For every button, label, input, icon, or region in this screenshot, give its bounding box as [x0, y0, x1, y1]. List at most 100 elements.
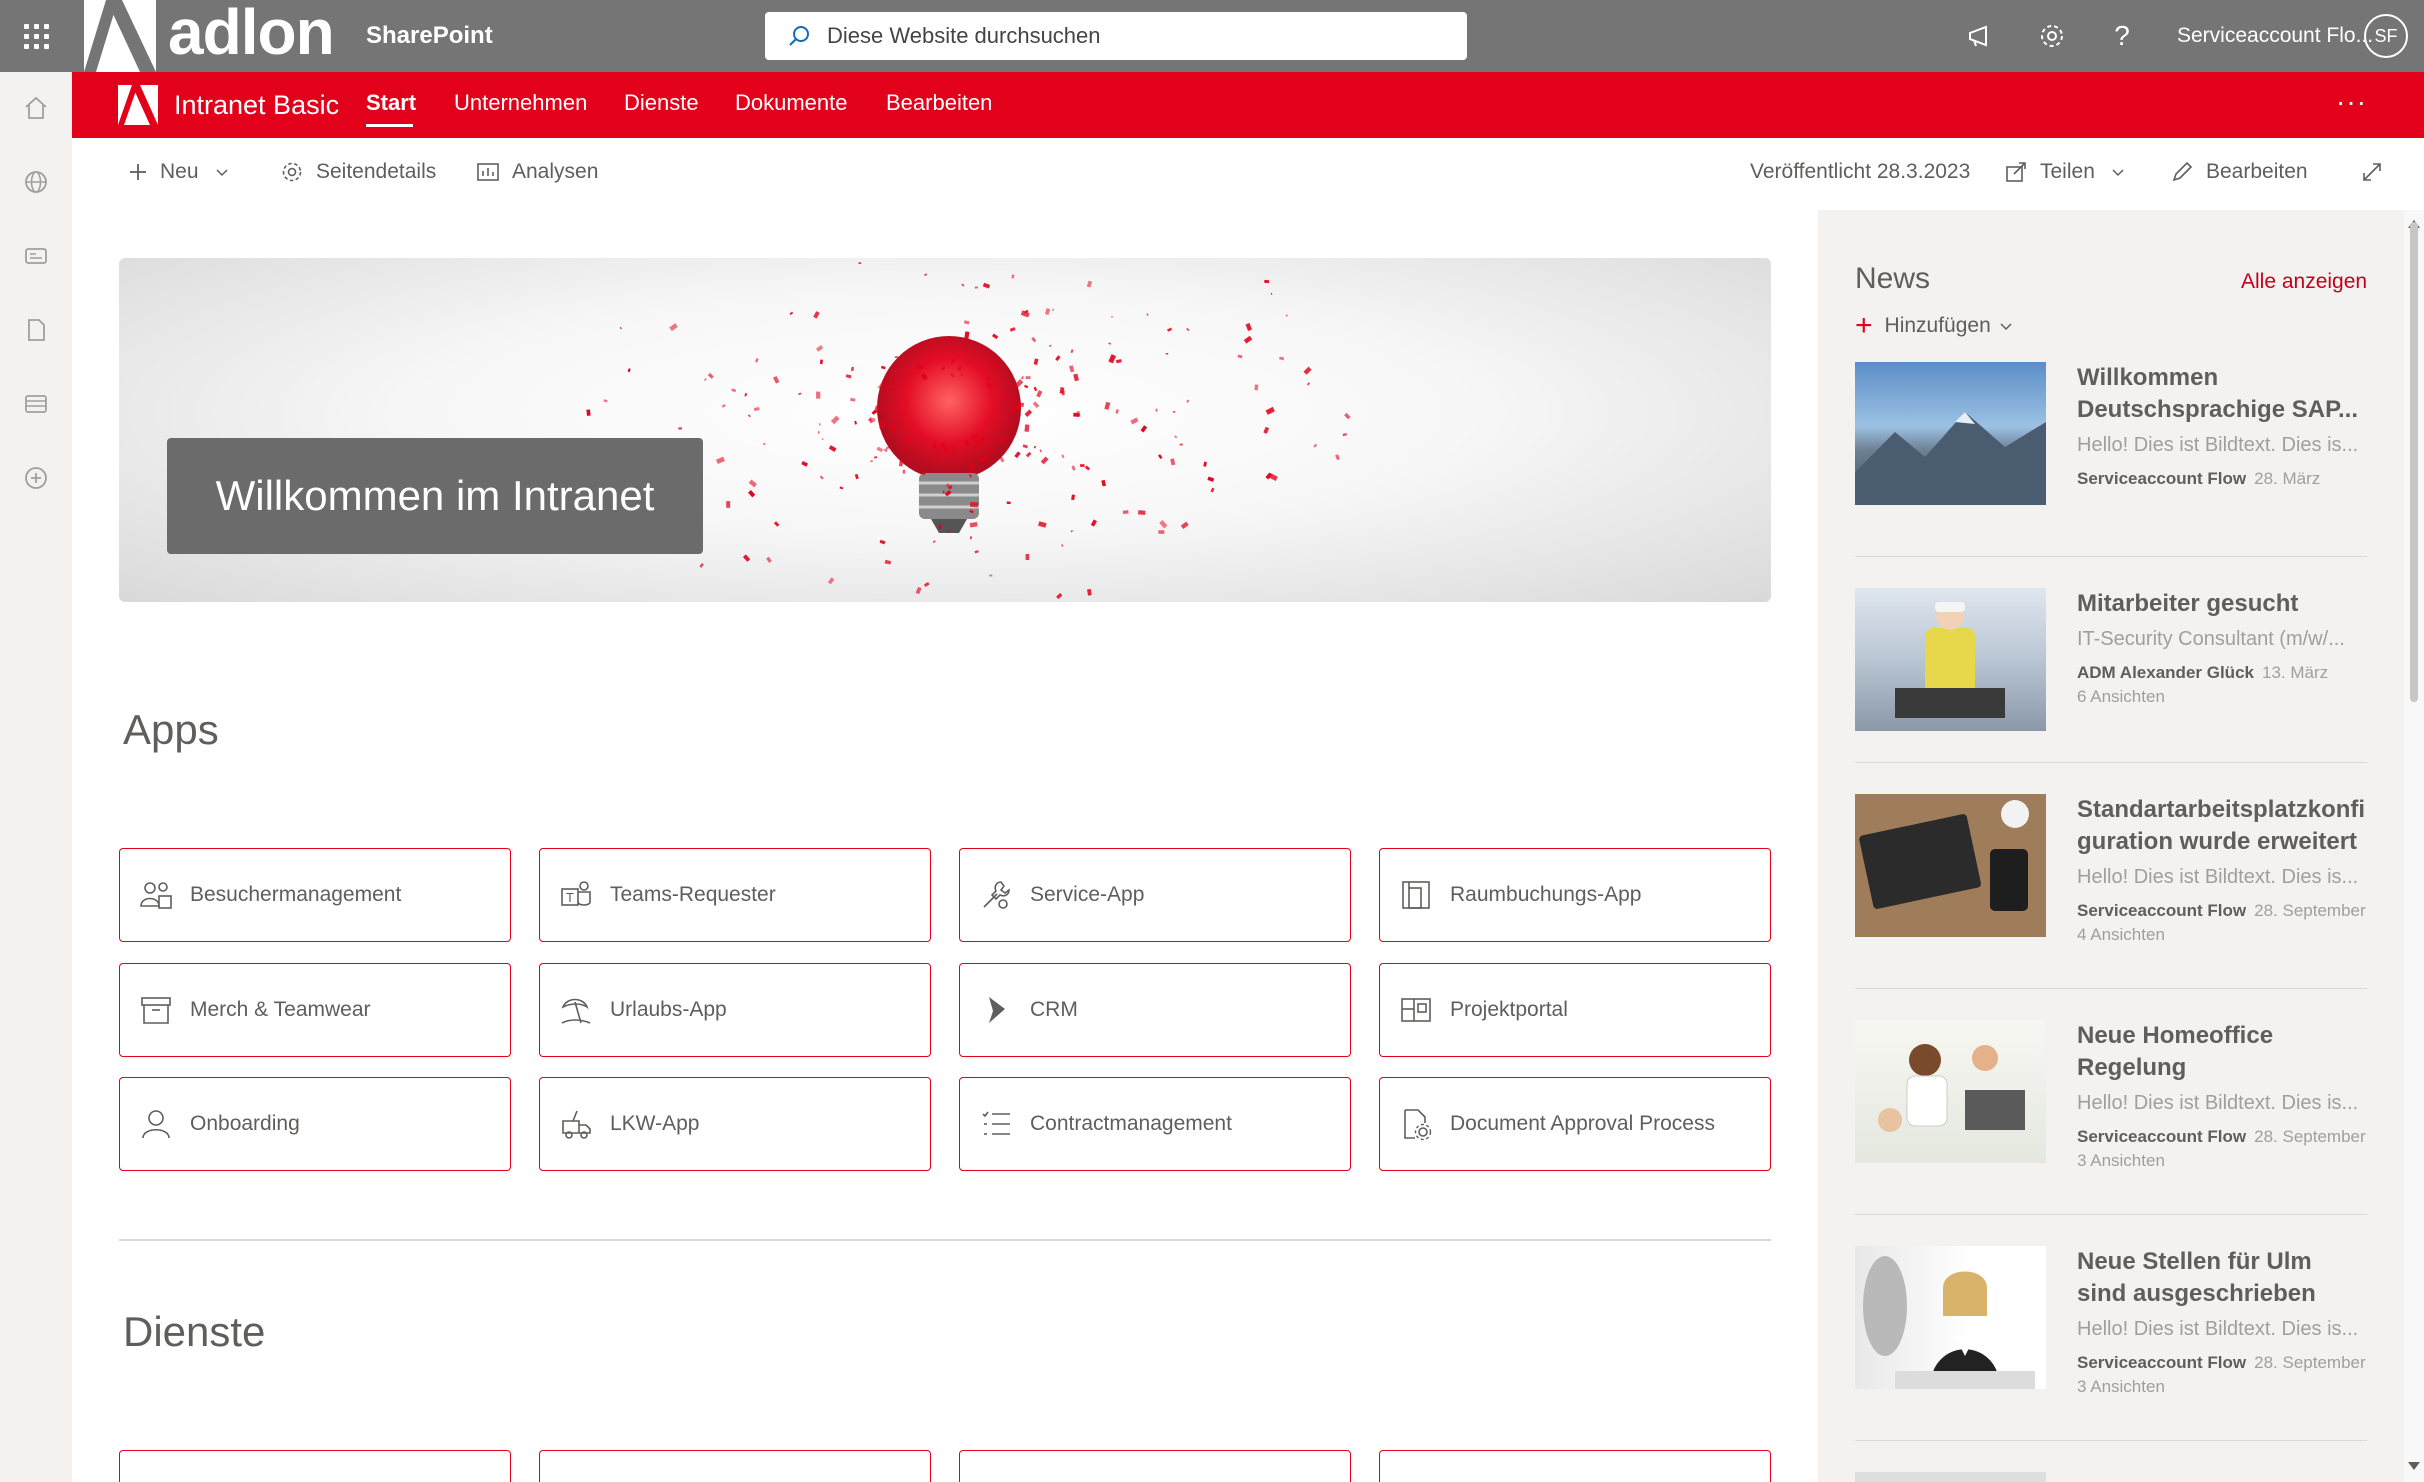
news-separator: [1855, 988, 2367, 989]
service-tile[interactable]: [539, 1450, 931, 1482]
app-tile-urlaubs-app[interactable]: Urlaubs-App: [539, 963, 931, 1057]
confetti-particle: [1111, 316, 1114, 318]
confetti-particle: [1303, 366, 1312, 375]
news-item-date: 28. September: [2254, 901, 2366, 920]
new-button[interactable]: Neu: [128, 160, 229, 184]
app-tile-teams-requester[interactable]: T Teams-Requester: [539, 848, 931, 942]
app-tile-besuchermanagement[interactable]: Besuchermanagement: [119, 848, 511, 942]
news-thumbnail-worker: [1855, 588, 2046, 731]
news-item-author: Serviceaccount Flow: [2077, 1127, 2247, 1146]
home-icon[interactable]: [18, 90, 54, 126]
app-tile-label: Urlaubs-App: [610, 998, 727, 1021]
add-news-label: Hinzufügen: [1884, 314, 1991, 337]
lists-icon[interactable]: [18, 386, 54, 422]
globe-icon[interactable]: [18, 164, 54, 200]
confetti-particle: [827, 577, 835, 585]
app-bar: [0, 72, 72, 1482]
news-item[interactable]: Neue Stellen für Ulm sind ausgeschrieben…: [1855, 1246, 2367, 1432]
app-tile-crm[interactable]: CRM: [959, 963, 1351, 1057]
app-tile-raumbuchungs-app[interactable]: Raumbuchungs-App: [1379, 848, 1771, 942]
confetti-particle: [819, 359, 823, 365]
megaphone-icon[interactable]: [1962, 18, 1998, 54]
service-tile[interactable]: [959, 1450, 1351, 1482]
site-title[interactable]: Intranet Basic: [174, 90, 339, 121]
nav-active-indicator: [366, 124, 413, 127]
news-separator: [1855, 762, 2367, 763]
person-icon: [138, 1106, 174, 1142]
scroll-thumb[interactable]: [2410, 222, 2418, 702]
news-item[interactable]: Neue Homeoffice Regelung Hello! Dies ist…: [1855, 1020, 2367, 1206]
nav-unternehmen[interactable]: Unternehmen: [454, 90, 587, 116]
news-item[interactable]: Mitarbeiter gesucht IT-Security Consulta…: [1855, 588, 2367, 774]
page-details-button[interactable]: Seitendetails: [280, 160, 436, 184]
news-item-author: Serviceaccount Flow: [2077, 901, 2247, 920]
hero-banner[interactable]: Willkommen im Intranet: [119, 258, 1771, 602]
search-box[interactable]: Diese Website durchsuchen: [765, 12, 1467, 60]
confetti-particle: [830, 415, 840, 425]
confetti-particle: [1032, 401, 1040, 409]
confetti-particle: [923, 581, 930, 587]
scroll-down-arrow-icon[interactable]: [2408, 1462, 2420, 1470]
app-tile-service-app[interactable]: Service-App: [959, 848, 1351, 942]
nav-dokumente[interactable]: Dokumente: [735, 90, 848, 116]
app-tile-label: Besuchermanagement: [190, 883, 402, 906]
analytics-button[interactable]: Analysen: [476, 160, 598, 184]
confetti-particle: [1165, 353, 1169, 355]
confetti-particle: [1071, 465, 1076, 471]
nav-dienste[interactable]: Dienste: [624, 90, 699, 116]
gear-icon: [282, 162, 302, 182]
app-tile-lkw-app[interactable]: LKW-App: [539, 1077, 931, 1171]
confetti-particle: [1170, 458, 1176, 466]
search-input[interactable]: Diese Website durchsuchen: [827, 23, 1101, 49]
app-tile-label: Merch & Teamwear: [190, 998, 371, 1021]
plus-icon: +: [1855, 309, 1873, 342]
page-details-label: Seitendetails: [316, 160, 437, 183]
service-tile[interactable]: [119, 1450, 511, 1482]
file-icon[interactable]: [18, 312, 54, 348]
news-icon[interactable]: [18, 238, 54, 274]
app-tile-onboarding[interactable]: Onboarding: [119, 1077, 511, 1171]
confetti-particle: [880, 409, 884, 414]
gear-icon[interactable]: [2034, 18, 2070, 54]
site-logo-icon[interactable]: [118, 85, 158, 125]
news-item-title: Mitarbeiter gesucht: [2077, 590, 2299, 617]
news-thumbnail-next: [1855, 1472, 2046, 1482]
suite-app-name[interactable]: SharePoint: [366, 22, 493, 50]
more-options-icon[interactable]: ···: [2336, 86, 2367, 118]
user-name[interactable]: Serviceaccount Flo...: [2177, 24, 2373, 48]
app-tile-contractmanagement[interactable]: Contractmanagement: [959, 1077, 1351, 1171]
news-heading: News: [1855, 262, 1931, 295]
confetti-particle: [906, 439, 912, 443]
add-news-button[interactable]: + Hinzufügen: [1855, 309, 2013, 342]
avatar[interactable]: SF: [2364, 14, 2408, 58]
new-label: Neu: [160, 160, 199, 183]
nav-start[interactable]: Start: [366, 90, 416, 116]
service-tile[interactable]: [1379, 1450, 1771, 1482]
see-all-link[interactable]: Alle anzeigen: [2241, 270, 2367, 294]
brand-logo[interactable]: adlon: [84, 0, 335, 72]
page-scrollbar[interactable]: [2404, 210, 2424, 1482]
expand-icon[interactable]: [2360, 160, 2396, 184]
confetti-particle: [1146, 313, 1149, 316]
app-tile-merch-teamwear[interactable]: Merch & Teamwear: [119, 963, 511, 1057]
confetti-particle: [1080, 464, 1085, 467]
confetti-particle: [789, 311, 794, 316]
help-icon[interactable]: ?: [2104, 18, 2140, 54]
confetti-particle: [1313, 443, 1318, 448]
nav-bearbeiten[interactable]: Bearbeiten: [886, 90, 992, 116]
confetti-particle: [1207, 476, 1215, 482]
app-launcher-waffle-icon[interactable]: [0, 0, 72, 72]
confetti-particle: [904, 447, 907, 451]
news-item[interactable]: Willkommen Deutschsprachige SAP... Hello…: [1855, 362, 2367, 548]
wrench-icon: [978, 877, 1014, 913]
confetti-particle: [1210, 487, 1215, 493]
create-icon[interactable]: [18, 460, 54, 496]
confetti-particle: [1033, 358, 1039, 366]
confetti-particle: [987, 376, 991, 379]
share-button[interactable]: Teilen: [2004, 160, 2125, 184]
app-tile-projektportal[interactable]: Projektportal: [1379, 963, 1771, 1057]
news-item[interactable]: Standartarbeitsplatzkonfiguration wurde …: [1855, 794, 2367, 980]
app-tile-document-approval-process[interactable]: Document Approval Process: [1379, 1077, 1771, 1171]
confetti-particle: [1115, 409, 1119, 414]
edit-button[interactable]: Bearbeiten: [2170, 160, 2308, 184]
